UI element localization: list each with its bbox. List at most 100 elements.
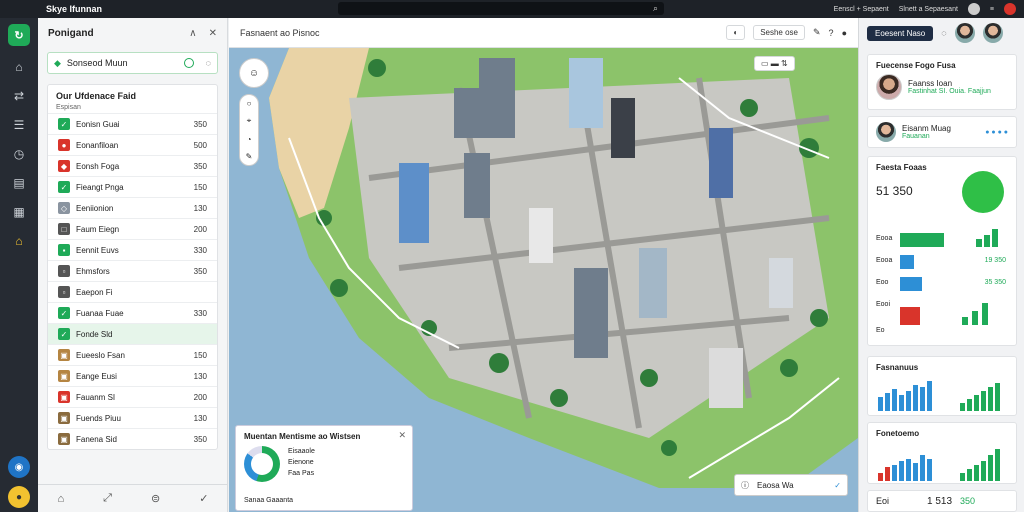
layer-list: Our Ufdenace Faid Espisan ✓ Eonisn Guai … [47, 84, 218, 450]
stats-card: Faesta Foaas 51 350 Eooa Eooa 19 350 Eoo … [867, 156, 1017, 346]
icon-rail: ↻ ⌂ ⇄ ☰ ◷ ▤ ▦ ⌂ ◉ ● [0, 18, 38, 512]
globe-icon[interactable]: ◉ [8, 456, 30, 478]
list-item[interactable]: ▣ Fauanm SI 200 [48, 386, 217, 407]
list-item-value: 130 [193, 371, 207, 381]
home-icon[interactable]: ⌂ [11, 59, 27, 75]
list-item[interactable]: ▣ Eueeslo Fsan 150 [48, 344, 217, 365]
contact-sub: Fauanan [902, 133, 930, 140]
lock-tool-icon[interactable]: ◔ [247, 135, 252, 144]
pin-tool-icon[interactable]: ⌖ [247, 116, 252, 126]
stats-row: Eooa [876, 235, 1010, 242]
settings-icon[interactable]: ◌ [206, 58, 211, 68]
layer-select-label: Sonseod Muun [66, 58, 128, 68]
globe-icon[interactable]: ● [842, 28, 847, 38]
bottom-chip[interactable]: ⓘ Eaosa Wa ✓ [734, 474, 848, 496]
clock-icon[interactable]: ◷ [11, 146, 27, 162]
circle-tool-icon[interactable]: ○ [247, 99, 252, 108]
active-tab[interactable]: Eoesent Naso [867, 25, 934, 41]
chart-card-1: Fasnanuus [867, 356, 1017, 416]
tool-icon[interactable]: ✎ [813, 27, 821, 38]
list-item[interactable]: ◇ Eeniionion 130 [48, 197, 217, 218]
list-item-value: 200 [193, 224, 207, 234]
list-item-label: Faum Eiegn [76, 224, 120, 234]
contact-card[interactable]: Eisanm Muag Fauanan ● ● ● ● [867, 116, 1017, 148]
user-avatar-2[interactable] [982, 23, 1003, 43]
filter-icon[interactable]: ⊜ [151, 492, 160, 505]
export-icon[interactable]: ⤢ [103, 492, 112, 505]
list-item[interactable]: ▫ Eaepon Fi [48, 281, 217, 302]
list-item-value: 150 [193, 182, 207, 192]
avatar [876, 122, 896, 142]
profile-card[interactable]: Fuecense Fogo Fusa Faanss Ioan Fastinhat… [867, 54, 1017, 110]
menu-icon[interactable]: ≡ [990, 6, 994, 13]
chat-icon[interactable]: ◌ [941, 28, 946, 38]
search-input[interactable]: ⌕ [338, 2, 664, 15]
list-item[interactable]: ▣ Eange Eusi 130 [48, 365, 217, 386]
user-avatar[interactable] [967, 3, 980, 15]
check-icon[interactable]: ✓ [199, 492, 208, 505]
layer-type-icon: ▣ [58, 391, 70, 403]
layer-type-icon: ● [58, 139, 70, 151]
list-item[interactable]: ● Eonanfiloan 500 [48, 134, 217, 155]
info-icon: ⓘ [741, 480, 749, 490]
list-item[interactable]: ✓ Eonisn Guai 350 [48, 113, 217, 134]
refresh-button[interactable]: ◐ [726, 25, 746, 40]
notification-icon[interactable] [1004, 3, 1016, 15]
layer-type-icon: ✓ [58, 307, 70, 319]
home-icon[interactable]: ⌂ [58, 493, 65, 505]
stats-row: Eooi [876, 301, 1010, 308]
compass-control[interactable]: ☺ [239, 58, 269, 88]
list-item[interactable]: ▫ Ehmsfors 350 [48, 260, 217, 281]
list-item[interactable]: ▣ Fuends Piuu 130 [48, 407, 217, 428]
briefcase-icon[interactable]: ▤ [11, 175, 27, 191]
summary-value-2: 350 [960, 496, 976, 506]
list-item[interactable]: ◆ Eonsh Foga 350 [48, 155, 217, 176]
top-link-2[interactable]: Slnett a Sepaesant [899, 6, 958, 13]
stats-row-label: Eooa [876, 257, 893, 264]
coin-icon[interactable]: ● [8, 486, 30, 508]
list-item-value: 330 [193, 245, 207, 255]
layer-type-icon: ▫ [58, 286, 70, 298]
layer-select[interactable]: ◆ Sonseod Muun ◌ [47, 52, 218, 74]
layer-type-icon: ◇ [58, 202, 70, 214]
grid-icon[interactable]: ▦ [11, 204, 27, 220]
top-link-1[interactable]: Eenscl + Sepaent [834, 6, 889, 13]
search-icon: ⌕ [652, 3, 658, 13]
layer-type-icon: ▫ [58, 265, 70, 277]
close-icon[interactable]: ✕ [398, 430, 406, 441]
map-options-button[interactable]: ▭ ▬ ⇅ [754, 56, 795, 71]
summary-card: Eoi 1 513 350 [867, 490, 1017, 512]
building-icon[interactable]: ⌂ [11, 233, 27, 249]
layer-icon: ◆ [54, 57, 61, 68]
map-title: Fasnaent ao Pisnoc [240, 27, 320, 38]
list-item[interactable]: ✓ Fieangt Pnga 150 [48, 176, 217, 197]
profile-card-title: Fuecense Fogo Fusa [876, 61, 956, 70]
panel-title: Ponigand [48, 27, 94, 39]
help-icon[interactable]: ? [829, 28, 834, 38]
chevron-up-icon[interactable]: ∧ [189, 28, 196, 39]
app-logo[interactable]: ↻ [8, 24, 30, 46]
list-item-label: Fonde Sld [76, 329, 113, 339]
layers-tool-button[interactable]: Seshe ose [753, 25, 805, 40]
city-map[interactable]: Fasnaent ao Pisnoc ◐ Seshe ose ✎ ? ● ☺ ○… [229, 18, 858, 512]
shuffle-icon[interactable]: ⇄ [11, 88, 27, 104]
list-item[interactable]: ✓ Fonde Sld [48, 323, 217, 344]
list-item-value: 130 [193, 203, 207, 213]
user-avatar-1[interactable] [954, 23, 975, 43]
list-item-value: 330 [193, 308, 207, 318]
list-icon[interactable]: ☰ [11, 117, 27, 133]
list-item[interactable]: □ Faum Eiegn 200 [48, 218, 217, 239]
list-item[interactable]: ▣ Fanena Sid 350 [48, 428, 217, 449]
layer-type-icon: ✓ [58, 181, 70, 193]
list-item[interactable]: ✓ Fuanaa Fuae 330 [48, 302, 217, 323]
list-item-value: 350 [193, 434, 207, 444]
top-bar: Skye Ifunnan ⌕ Eenscl + Sepaent Slnett a… [0, 0, 1024, 18]
list-item-label: Ehmsfors [76, 266, 110, 276]
list-item[interactable]: ▪ Eennit Euvs 330 [48, 239, 217, 260]
layer-type-icon: ▣ [58, 370, 70, 382]
pen-tool-icon[interactable]: ✎ [246, 152, 253, 161]
list-item-label: Eange Eusi [76, 371, 117, 381]
check-icon[interactable]: ✓ [834, 481, 841, 490]
list-item-value: 350 [193, 161, 207, 171]
close-icon[interactable]: ✕ [209, 28, 217, 39]
